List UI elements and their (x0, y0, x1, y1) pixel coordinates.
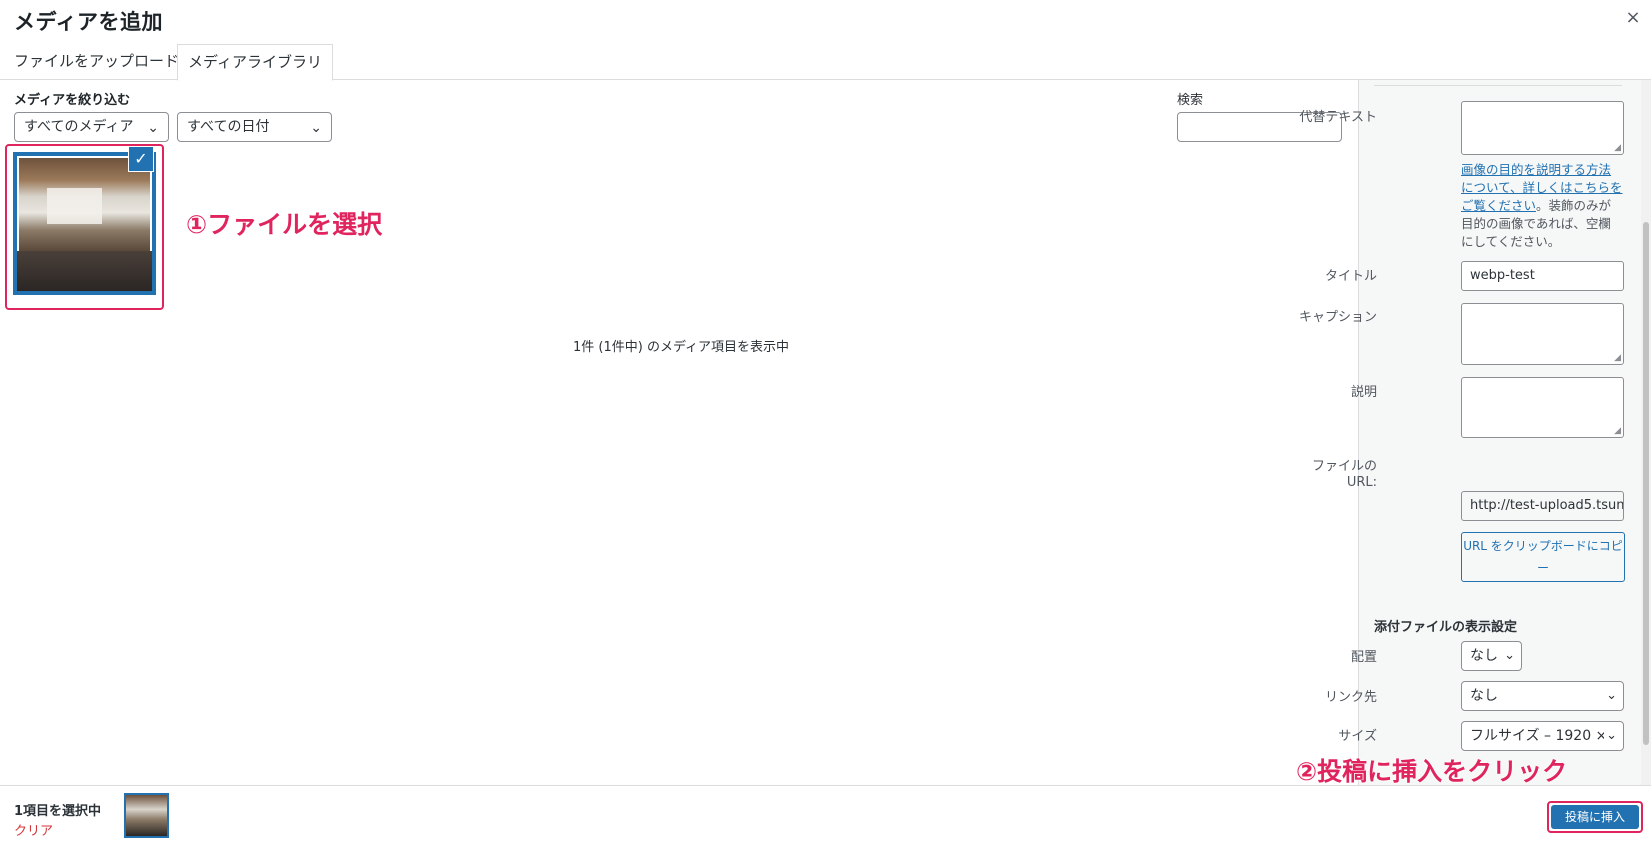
clear-selection-link[interactable]: クリア (14, 820, 53, 839)
media-thumbnail[interactable] (13, 152, 156, 295)
resize-grip-icon: ◢ (1614, 426, 1621, 436)
align-label: 配置 (1350, 650, 1377, 665)
size-label: サイズ (1338, 729, 1377, 744)
modal-title: メディアを追加 (14, 10, 164, 34)
caption-label: キャプション (1298, 310, 1377, 325)
size-select[interactable]: フルサイズ – 1920 × ⌄ (1461, 721, 1624, 751)
selected-thumbnail[interactable] (124, 793, 169, 838)
alt-text-field[interactable]: ◢ (1461, 101, 1624, 155)
link-to-label: リンク先 (1324, 690, 1377, 705)
media-toolbar (0, 785, 1651, 841)
chevron-down-icon: ⌄ (1604, 722, 1617, 750)
search-label: 検索 (1177, 93, 1204, 108)
media-type-select[interactable]: すべてのメディア ⌄ (14, 112, 169, 142)
resize-grip-icon: ◢ (1614, 143, 1621, 153)
date-select[interactable]: すべての日付 ⌄ (177, 112, 332, 142)
alt-text-help: 画像の目的を説明する方法について、詳しくはこちらをご覧ください。装飾のみが目的の… (1461, 161, 1623, 251)
chevron-down-icon: ⌄ (310, 120, 322, 136)
thumbnail-window (47, 188, 102, 224)
copy-url-button[interactable]: URL をクリップボードにコピー (1461, 532, 1625, 582)
annotation-step1: ①ファイルを選択 (186, 210, 383, 239)
selection-highlight: ✓ (5, 144, 164, 310)
chevron-down-icon: ⌄ (147, 120, 159, 136)
annotation-step2: ②投稿に挿入をクリック (1296, 757, 1568, 786)
date-value: すべての日付 (187, 119, 270, 135)
align-select[interactable]: なし ⌄ (1461, 641, 1522, 671)
display-settings-title: 添付ファイルの表示設定 (1374, 620, 1518, 635)
file-url-field[interactable]: http://test-upload5.tsuna (1461, 491, 1624, 521)
tab-upload-files[interactable]: ファイルをアップロード (4, 44, 189, 80)
chevron-down-icon: ⌄ (1604, 682, 1617, 710)
tab-bar: ファイルをアップロード メディアライブラリ (0, 44, 1651, 81)
description-label: 説明 (1350, 385, 1377, 400)
tab-media-library[interactable]: メディアライブラリ (177, 44, 333, 81)
link-to-select[interactable]: なし ⌄ (1461, 681, 1624, 711)
close-icon[interactable]: × (1623, 8, 1643, 28)
chevron-down-icon: ⌄ (1502, 642, 1515, 670)
insert-highlight: 投稿に挿入 (1547, 801, 1643, 833)
scrollbar-thumb[interactable] (1643, 222, 1649, 745)
divider (1374, 85, 1622, 86)
alt-text-label: 代替テキスト (1299, 110, 1377, 125)
file-url-label: ファイルの URL: (1311, 459, 1377, 490)
selection-count: 1項目を選択中 (14, 804, 102, 819)
title-field[interactable]: webp-test (1461, 261, 1624, 291)
insert-into-post-button[interactable]: 投稿に挿入 (1551, 805, 1639, 829)
thumbnail-floor (17, 251, 152, 291)
size-value: フルサイズ – 1920 × (1470, 728, 1608, 744)
media-type-value: すべてのメディア (24, 119, 134, 135)
filter-label: メディアを絞り込む (14, 93, 131, 108)
resize-grip-icon: ◢ (1614, 353, 1621, 363)
link-to-value: なし (1470, 688, 1498, 704)
description-field[interactable]: ◢ (1461, 377, 1624, 438)
caption-field[interactable]: ◢ (1461, 303, 1624, 365)
check-icon[interactable]: ✓ (128, 146, 154, 172)
media-count-text: 1件 (1件中) のメディア項目を表示中 (573, 340, 790, 355)
title-label: タイトル (1324, 269, 1377, 284)
align-value: なし (1470, 648, 1498, 664)
